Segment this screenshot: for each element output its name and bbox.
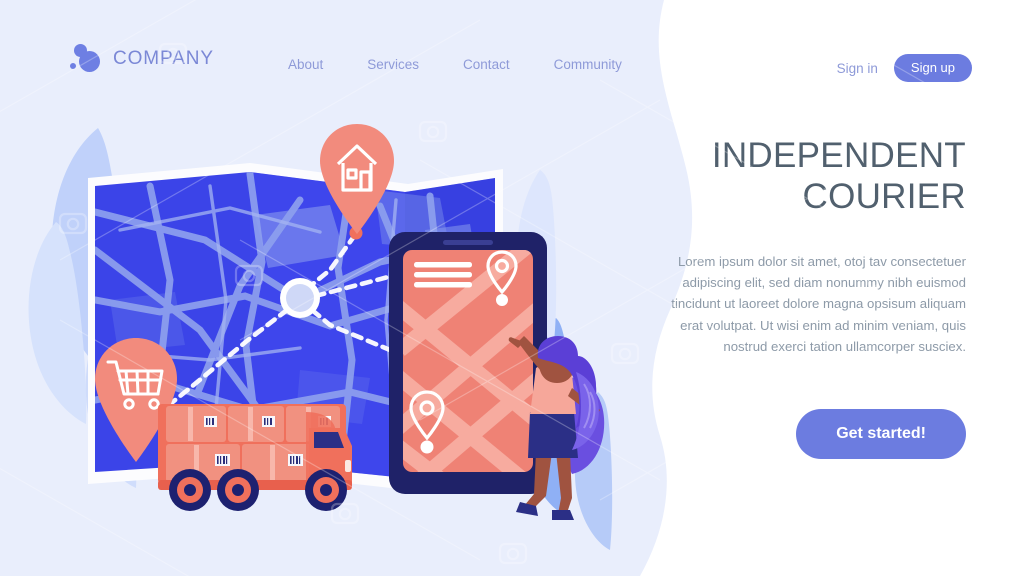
landing-page: COMPANY About Services Contact Community… xyxy=(0,0,1024,576)
nav-item-about[interactable]: About xyxy=(288,57,323,72)
sign-up-button[interactable]: Sign up xyxy=(893,54,972,82)
get-started-button[interactable]: Get started! xyxy=(796,409,966,460)
nav-item-community[interactable]: Community xyxy=(554,57,622,72)
tablet-pin-bottom-dot xyxy=(420,440,434,454)
hero-content: INDEPENDENT COURIER Lorem ipsum dolor si… xyxy=(656,135,966,460)
main-nav: About Services Contact Community xyxy=(288,57,622,72)
auth-actions: Sign in Sign up xyxy=(837,54,972,82)
hero-paragraph: Lorem ipsum dolor sit amet, otoj tav con… xyxy=(671,253,966,355)
headline-line-2: COURIER xyxy=(802,177,966,217)
nav-item-services[interactable]: Services xyxy=(367,57,419,72)
tablet-pin-top-dot xyxy=(496,294,508,306)
page-title: INDEPENDENT COURIER xyxy=(656,135,966,218)
site-header: COMPANY About Services Contact Community… xyxy=(0,0,1024,100)
tablet-text-lines xyxy=(414,262,472,288)
sign-in-link[interactable]: Sign in xyxy=(837,61,878,76)
circles-logo-icon xyxy=(70,44,104,74)
brand-logo[interactable]: COMPANY xyxy=(70,44,214,74)
brand-name: COMPANY xyxy=(113,48,214,69)
nav-item-contact[interactable]: Contact xyxy=(463,57,510,72)
cta-wrapper: Get started! xyxy=(656,409,966,460)
delivery-truck xyxy=(158,404,352,511)
headline-line-1: INDEPENDENT xyxy=(711,136,966,175)
route-hub xyxy=(280,278,320,318)
